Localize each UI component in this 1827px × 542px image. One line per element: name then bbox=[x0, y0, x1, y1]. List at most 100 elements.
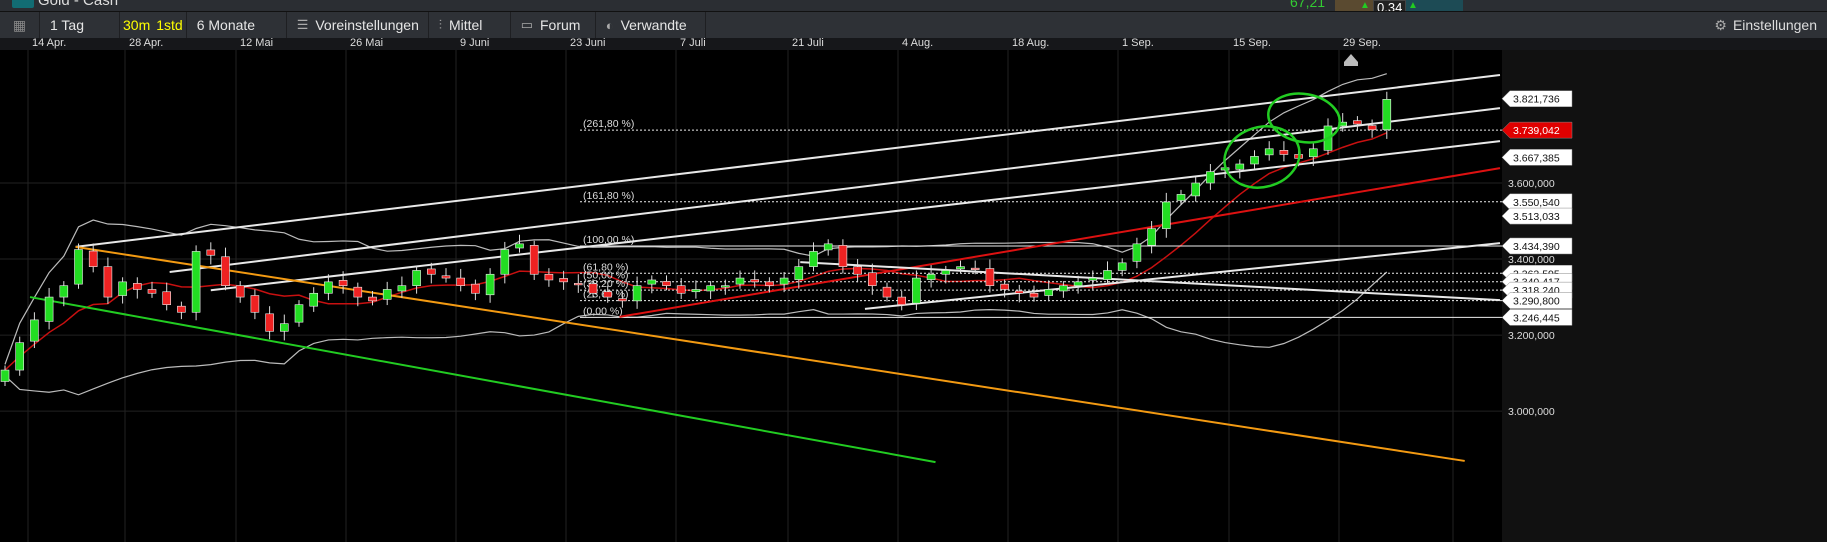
settings-label: Einstellungen bbox=[1732, 17, 1817, 33]
candle-body bbox=[147, 289, 157, 294]
candle-body bbox=[309, 292, 319, 307]
grid-icon: ▦ bbox=[12, 16, 27, 33]
gear-icon: ⚙ bbox=[1714, 16, 1727, 33]
candle-body bbox=[618, 298, 627, 302]
price-label-text: 3.290,800 bbox=[1513, 296, 1560, 308]
date-tick-label: 7 Juli bbox=[680, 37, 706, 49]
candle-body bbox=[794, 266, 804, 280]
price-tick-label: 3.200,000 bbox=[1508, 330, 1555, 342]
candle-body bbox=[1309, 148, 1318, 158]
price-label-text: 3.667,385 bbox=[1513, 152, 1560, 164]
candle-body bbox=[676, 285, 686, 294]
date-tick-label: 23 Juni bbox=[570, 37, 606, 49]
bollinger-upper-band bbox=[4, 73, 1387, 365]
candle bbox=[985, 259, 995, 293]
candle bbox=[1235, 159, 1245, 179]
candle-body bbox=[265, 313, 274, 332]
candle-body bbox=[1147, 228, 1156, 246]
price-level-label: 3.246,445 bbox=[1501, 309, 1573, 326]
candle bbox=[441, 268, 451, 283]
candle-body bbox=[956, 266, 965, 270]
candle bbox=[794, 259, 804, 289]
interval-1std-button[interactable]: 1std bbox=[153, 12, 187, 38]
candle bbox=[515, 234, 524, 253]
interval-30m-button[interactable]: 30m bbox=[120, 12, 153, 38]
candle-body bbox=[441, 275, 451, 279]
candle bbox=[250, 289, 260, 320]
candle-body bbox=[912, 277, 921, 304]
candle bbox=[544, 268, 554, 287]
candle-body bbox=[1264, 148, 1274, 156]
candle-body bbox=[765, 281, 774, 286]
chart-toolbar: ▦ 1 Tag 30m 1std 6 Monate ☰ Voreinstellun… bbox=[0, 12, 1827, 38]
candle-body bbox=[235, 285, 245, 298]
candle bbox=[1206, 163, 1215, 190]
period-button[interactable]: 1 Tag bbox=[40, 12, 120, 38]
related-button[interactable]: ◐ Verwandte bbox=[596, 12, 706, 38]
price-label-text: 3.513,033 bbox=[1513, 211, 1560, 223]
indicators-button[interactable]: ⫶ Mittel bbox=[429, 12, 511, 38]
candle bbox=[221, 247, 230, 291]
candle-body bbox=[632, 285, 642, 302]
spread-value: 0,34 bbox=[1373, 0, 1407, 11]
candle bbox=[162, 282, 171, 311]
candle-body bbox=[706, 285, 715, 292]
candle-body bbox=[88, 250, 98, 267]
candle bbox=[206, 242, 216, 265]
instrument-title: Gold - Cash bbox=[38, 0, 119, 9]
candle bbox=[1250, 150, 1259, 169]
candle-body bbox=[338, 280, 348, 286]
forum-button[interactable]: ▭ Forum bbox=[511, 12, 596, 38]
candle-body bbox=[250, 295, 260, 313]
candle-body bbox=[1014, 290, 1024, 294]
date-tick-label: 28 Apr. bbox=[129, 37, 164, 49]
candle-body bbox=[397, 285, 407, 292]
candle-body bbox=[133, 283, 142, 290]
candle-body bbox=[177, 305, 186, 313]
candle bbox=[897, 290, 907, 311]
date-tick-label: 29 Sep. bbox=[1343, 37, 1381, 49]
date-tick-label: 14 Apr. bbox=[32, 37, 67, 49]
candle-body bbox=[1059, 285, 1068, 292]
candle bbox=[1191, 176, 1200, 202]
price-chart[interactable]: 3.600,000 3.400,000 3.200,000 3.000,000 (261… bbox=[0, 50, 1827, 542]
candle-body bbox=[500, 249, 510, 275]
indicators-label: Mittel bbox=[448, 17, 483, 33]
candle-body bbox=[941, 270, 951, 275]
layout-grid-button[interactable]: ▦ bbox=[0, 12, 40, 38]
candle bbox=[1176, 189, 1186, 206]
presets-button[interactable]: ☰ Voreinstellungen bbox=[287, 12, 429, 38]
candle bbox=[691, 280, 701, 299]
trendline bbox=[29, 296, 936, 464]
candle bbox=[88, 243, 98, 273]
settings-button[interactable]: ⚙ Einstellungen bbox=[1714, 12, 1817, 38]
candle-body bbox=[897, 296, 907, 305]
price-tick-label: 3.000,000 bbox=[1508, 406, 1555, 418]
candle-body bbox=[324, 281, 333, 294]
range-button[interactable]: 6 Monate bbox=[187, 12, 287, 38]
date-tick-label: 21 Juli bbox=[792, 37, 824, 49]
candle-body bbox=[926, 273, 936, 280]
candle bbox=[235, 281, 245, 303]
date-axis: 14 Apr. 28 Apr. 12 Mai 26 Mai 9 Juni 23 Juni 7… bbox=[0, 37, 1827, 50]
price-level-label: 3.550,540 bbox=[1501, 193, 1573, 211]
candle-body bbox=[1103, 270, 1112, 280]
candle bbox=[177, 301, 186, 320]
candle-body bbox=[44, 296, 54, 322]
candle-body bbox=[1235, 163, 1245, 170]
candle-body bbox=[735, 277, 745, 285]
forum-label: Forum bbox=[540, 17, 581, 33]
candle-body bbox=[750, 279, 760, 283]
candle bbox=[15, 336, 24, 376]
candle-body bbox=[74, 249, 83, 285]
instrument-badge bbox=[12, 0, 34, 8]
candle-body bbox=[191, 251, 201, 313]
candle-body bbox=[838, 245, 848, 267]
price-level-label: 3.513,033 bbox=[1501, 207, 1573, 225]
candle bbox=[133, 277, 142, 299]
candle-body bbox=[603, 291, 613, 298]
candle bbox=[1073, 275, 1083, 294]
candle bbox=[294, 300, 304, 327]
candle-body bbox=[1044, 289, 1053, 296]
candle-body bbox=[30, 319, 39, 342]
